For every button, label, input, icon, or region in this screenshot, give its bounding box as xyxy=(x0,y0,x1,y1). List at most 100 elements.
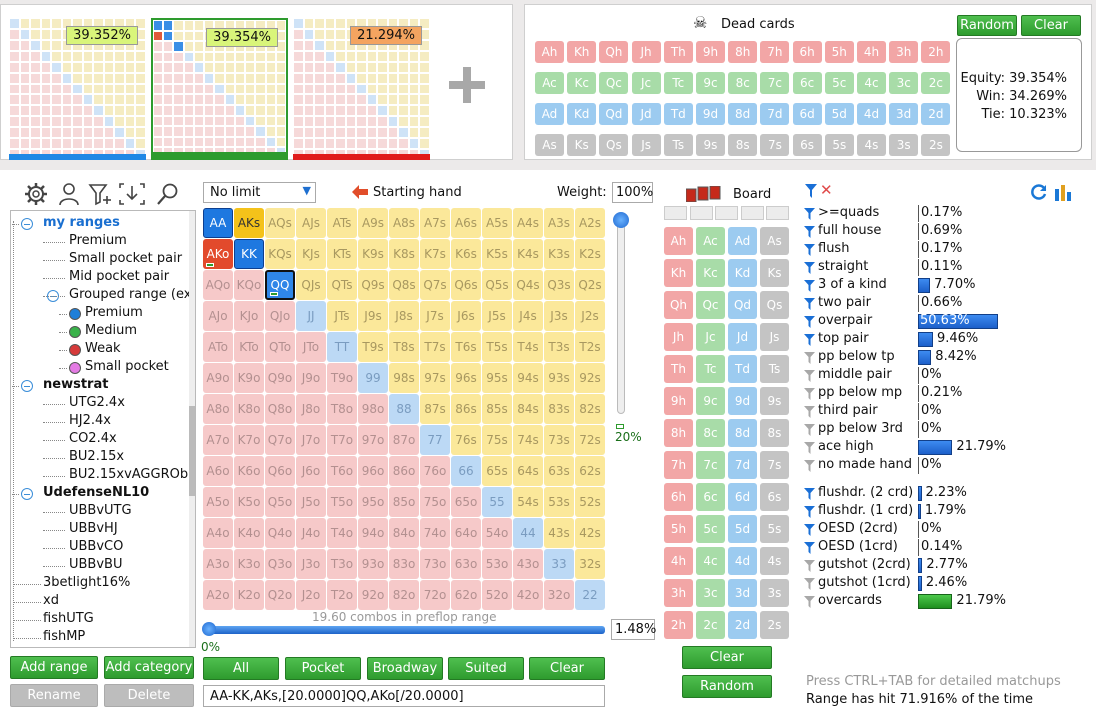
hand-cell[interactable]: Q9s xyxy=(358,270,388,300)
range-tree[interactable]: my ranges Premium Small pocket pair Mid poc… xyxy=(10,210,196,648)
hand-cell[interactable]: K3o xyxy=(234,549,264,579)
filter-icon[interactable] xyxy=(804,352,815,364)
dead-card[interactable]: 3d xyxy=(889,103,919,125)
hand-cell[interactable]: Q3s xyxy=(544,270,574,300)
hand-cell[interactable]: A6s xyxy=(451,208,481,238)
tree-item[interactable]: CO2.4x xyxy=(69,431,117,446)
hand-cell[interactable]: 84o xyxy=(389,518,419,548)
hand-cell[interactable]: 52s xyxy=(575,487,605,517)
board-card[interactable]: Qs xyxy=(760,291,789,319)
hand-cell[interactable]: KTs xyxy=(327,239,357,269)
hand-cell[interactable]: 52o xyxy=(482,580,512,610)
hand-cell[interactable]: 53o xyxy=(482,549,512,579)
hand-cell[interactable]: T2s xyxy=(575,332,605,362)
hand-cell[interactable]: 33 xyxy=(544,549,574,579)
board-card[interactable]: 8d xyxy=(728,419,757,447)
hand-cell[interactable]: K6s xyxy=(451,239,481,269)
hand-cell[interactable]: 73o xyxy=(420,549,450,579)
dead-card[interactable]: 2d xyxy=(921,103,951,125)
tree-item[interactable]: Medium xyxy=(85,323,137,338)
active-filter-icon[interactable] xyxy=(804,280,815,292)
dead-card[interactable]: Ks xyxy=(567,134,597,156)
tree-item[interactable]: Premium xyxy=(69,233,127,248)
hand-cell[interactable]: Q3o xyxy=(265,549,295,579)
hand-cell[interactable]: T6o xyxy=(327,456,357,486)
filter-icon[interactable] xyxy=(804,560,815,572)
board-card[interactable]: 2h xyxy=(664,611,693,639)
hand-cell[interactable]: T8s xyxy=(389,332,419,362)
hand-cell[interactable]: 55 xyxy=(482,487,512,517)
board-card[interactable]: 7d xyxy=(728,451,757,479)
dead-card[interactable]: 4h xyxy=(857,41,886,63)
dead-card[interactable]: Kc xyxy=(567,72,597,94)
dead-card[interactable]: Js xyxy=(631,134,661,156)
hand-cell[interactable]: JTo xyxy=(296,332,326,362)
hand-cell[interactable]: K8o xyxy=(234,394,264,424)
active-filter-icon[interactable] xyxy=(804,524,815,536)
range-slider[interactable] xyxy=(203,626,605,634)
board-card[interactable]: 2d xyxy=(728,611,757,639)
board-slot[interactable] xyxy=(766,206,789,220)
hand-cell[interactable]: 86o xyxy=(389,456,419,486)
hand-cell[interactable]: 87s xyxy=(420,394,450,424)
hand-cell[interactable]: A5s xyxy=(482,208,512,238)
hand-cell[interactable]: J9s xyxy=(358,301,388,331)
board-card[interactable]: 8h xyxy=(664,419,693,447)
board-card[interactable]: Ts xyxy=(760,355,789,383)
tree-item[interactable]: fishUTG xyxy=(43,611,94,626)
hand-cell[interactable]: 75o xyxy=(420,487,450,517)
board-card[interactable]: 5s xyxy=(760,515,789,543)
dead-card[interactable]: Ad xyxy=(535,103,564,125)
hand-cell[interactable]: A6o xyxy=(203,456,233,486)
hand-cell[interactable]: 94s xyxy=(513,363,543,393)
tree-item[interactable]: fishMP xyxy=(43,629,85,644)
dead-card[interactable]: Kd xyxy=(567,103,597,125)
dead-card[interactable]: 9h xyxy=(696,41,725,63)
hand-cell[interactable]: 84s xyxy=(513,394,543,424)
pocket-button[interactable]: Pocket xyxy=(285,657,361,680)
hand-cell[interactable]: J3s xyxy=(544,301,574,331)
tree-item[interactable]: my ranges xyxy=(43,215,120,230)
board-random-button[interactable]: Random xyxy=(682,675,772,698)
hand-cell[interactable]: 44 xyxy=(513,518,543,548)
filter-plus-icon[interactable] xyxy=(88,182,112,206)
dead-card[interactable]: 9d xyxy=(696,103,725,125)
tree-scrollbar[interactable] xyxy=(189,211,195,647)
hand-cell[interactable]: 83o xyxy=(389,549,419,579)
dead-card[interactable]: Th xyxy=(663,41,693,63)
dead-card[interactable]: As xyxy=(535,134,564,156)
hand-cell[interactable]: K7o xyxy=(234,425,264,455)
dead-card[interactable]: 9c xyxy=(696,72,725,94)
hand-cell[interactable]: AKs xyxy=(234,208,264,238)
active-filter-icon[interactable] xyxy=(804,262,815,274)
board-card[interactable]: 8s xyxy=(760,419,789,447)
hand-cell[interactable]: T3s xyxy=(544,332,574,362)
hand-cell[interactable]: T5o xyxy=(327,487,357,517)
hand-cell[interactable]: K4o xyxy=(234,518,264,548)
board-card[interactable]: 6d xyxy=(728,483,757,511)
player-range-3[interactable]: 21.294% xyxy=(293,18,430,160)
hand-cell[interactable]: T9o xyxy=(327,363,357,393)
hand-cell[interactable]: T3o xyxy=(327,549,357,579)
board-card[interactable]: Jc xyxy=(696,323,725,351)
filter-icon[interactable] xyxy=(804,442,815,454)
dead-card[interactable]: Jh xyxy=(631,41,661,63)
dead-card[interactable]: 5h xyxy=(824,41,854,63)
hand-cell[interactable]: A2o xyxy=(203,580,233,610)
random-dead-button[interactable]: Random xyxy=(957,15,1017,36)
dead-card[interactable]: 5c xyxy=(824,72,854,94)
hand-cell[interactable]: 92s xyxy=(575,363,605,393)
add-category-button[interactable]: Add category xyxy=(104,656,194,679)
board-card[interactable]: Th xyxy=(664,355,693,383)
hand-cell[interactable]: T4s xyxy=(513,332,543,362)
tree-item[interactable]: BU2.15x xyxy=(69,449,124,464)
hand-cell[interactable]: J7s xyxy=(420,301,450,331)
hand-cell[interactable]: J5o xyxy=(296,487,326,517)
hand-cell[interactable]: KJs xyxy=(296,239,326,269)
hand-cell[interactable]: 65o xyxy=(451,487,481,517)
board-slot[interactable] xyxy=(689,206,713,220)
collapse-icon[interactable] xyxy=(21,218,33,230)
board-card[interactable]: 2c xyxy=(696,611,725,639)
hand-cell[interactable]: 63s xyxy=(544,456,574,486)
tree-item[interactable]: Small pocket pair xyxy=(69,251,182,266)
